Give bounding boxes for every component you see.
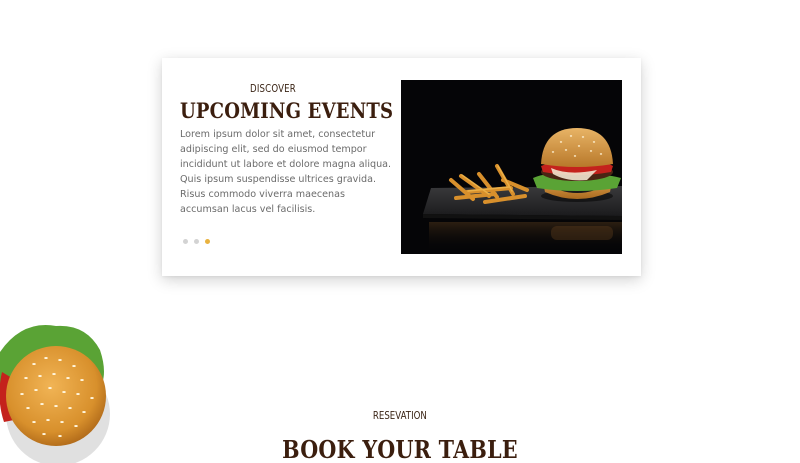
- burger-and-fries-photo: [401, 80, 622, 254]
- reservation-title: BOOK YOUR TABLE: [282, 435, 518, 463]
- event-text-block: DISCOVER UPCOMING EVENTS Lorem ipsum dol…: [180, 82, 396, 217]
- slider-dot-1[interactable]: [183, 239, 188, 244]
- upcoming-events-card: DISCOVER UPCOMING EVENTS Lorem ipsum dol…: [162, 58, 641, 276]
- reservation-eyebrow: RESEVATION: [373, 410, 427, 422]
- events-description: Lorem ipsum dolor sit amet, consectetur …: [180, 129, 392, 215]
- events-eyebrow: DISCOVER: [250, 83, 296, 95]
- slider-dot-2[interactable]: [194, 239, 199, 244]
- slider-pagination: [183, 239, 210, 244]
- slider-dot-3[interactable]: [205, 239, 210, 244]
- page: DISCOVER UPCOMING EVENTS Lorem ipsum dol…: [0, 0, 800, 463]
- events-title: UPCOMING EVENTS: [180, 98, 394, 123]
- reservation-section: RESEVATION BOOK YOUR TABLE: [0, 406, 800, 463]
